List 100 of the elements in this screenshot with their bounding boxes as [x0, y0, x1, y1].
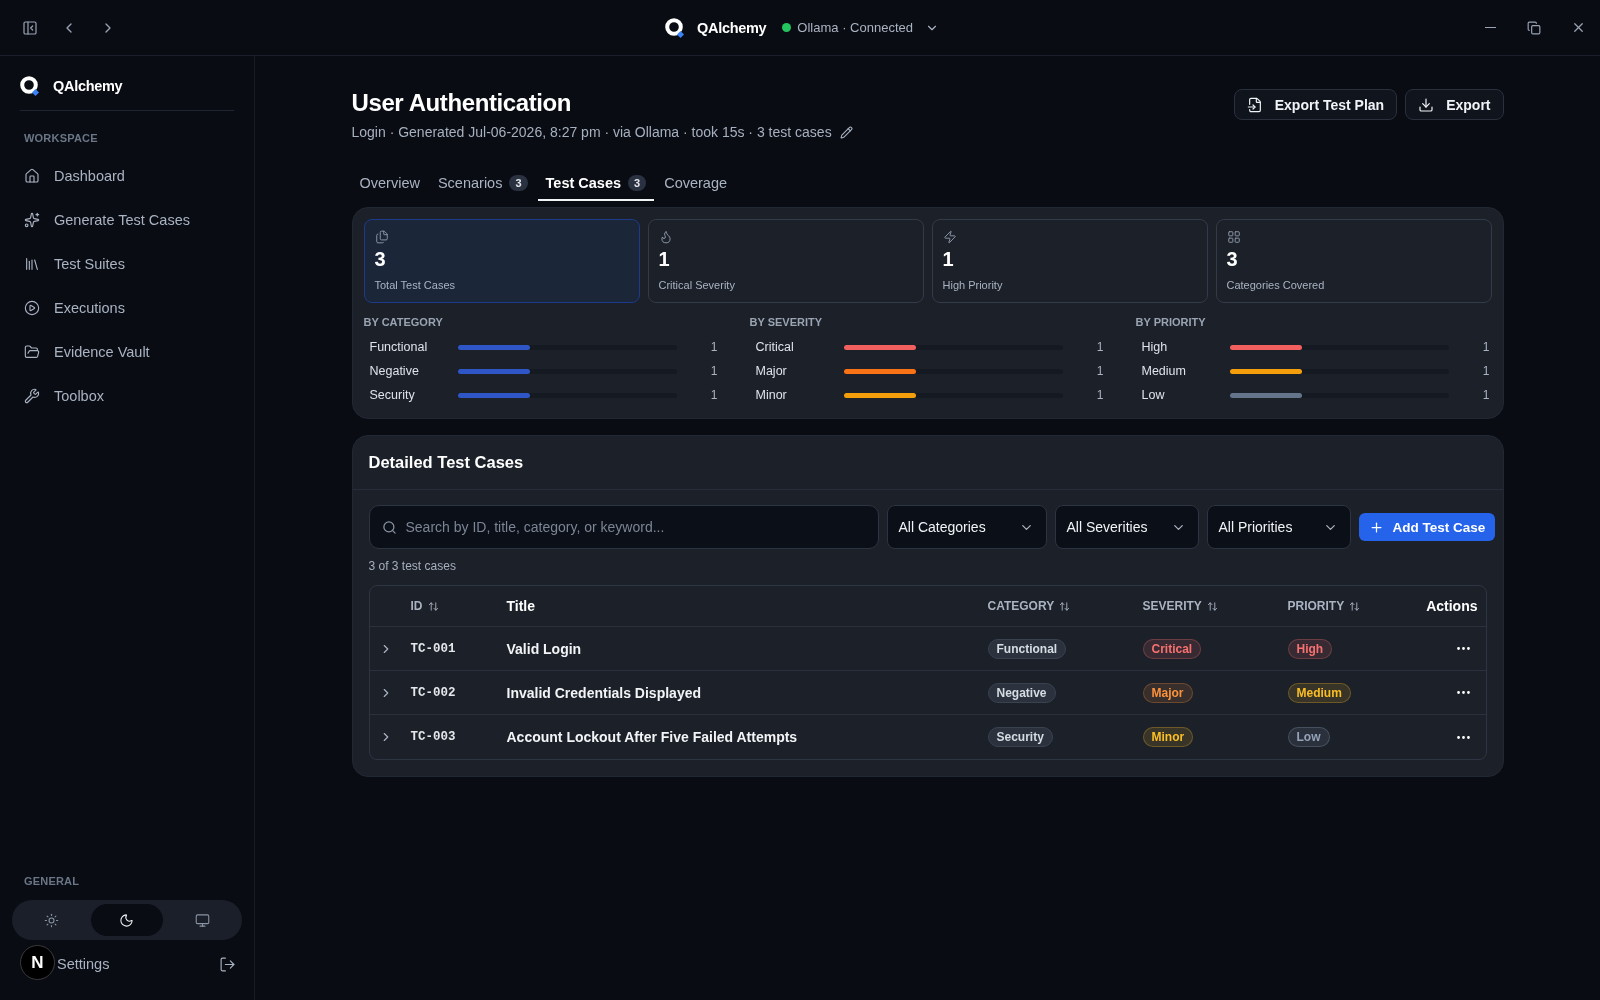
sort-icon[interactable]: [1059, 600, 1071, 612]
sort-icon[interactable]: [1349, 600, 1361, 612]
theme-option-button[interactable]: [91, 904, 163, 936]
play-circle-icon: [24, 300, 40, 316]
test-case-title: Valid Login: [506, 640, 582, 657]
section-title: WORKSPACE: [23, 131, 99, 145]
search-field[interactable]: Search by ID, title, category, or keyword...: [368, 505, 879, 549]
category-tag: Functional: [987, 638, 1067, 659]
breakdown-count: 1: [709, 364, 718, 378]
column-header: Actions: [1426, 598, 1478, 614]
stat-value: 3: [374, 248, 386, 270]
priority-tag: High: [1287, 638, 1333, 659]
severity-tag: Minor: [1142, 727, 1194, 747]
test-case-title: Account Lockout After Five Failed Attempts: [506, 729, 798, 745]
download-icon: [1418, 96, 1435, 113]
nav-item[interactable]: Test Suites: [12, 242, 242, 286]
nav-item[interactable]: Toolbox: [12, 374, 242, 418]
sun-icon: [44, 912, 60, 928]
tab[interactable]: Overview: [351, 166, 428, 201]
test-case-id: TC-002: [410, 685, 456, 700]
stat-value: 1: [942, 248, 954, 270]
nav-item[interactable]: Dashboard: [12, 154, 242, 198]
app-name: QAlchemy: [697, 19, 767, 36]
column-header: ID: [410, 599, 423, 613]
folder-icon: [24, 344, 40, 360]
restore-icon: [1527, 20, 1541, 35]
add-test-case-button[interactable]: Add Test Case: [1358, 513, 1496, 541]
logout-icon: [219, 955, 236, 973]
search-icon: [381, 520, 397, 535]
priority-tag: Low: [1287, 727, 1330, 747]
sparkles-icon: [24, 212, 40, 228]
page-subtitle: Login · Generated Jul-06-2026, 8:27 pm · via Ollama · took 15s · 3 test cases: [351, 123, 832, 142]
app-logo-icon: [665, 17, 685, 38]
stat-card[interactable]: 1 High Priority: [931, 219, 1208, 303]
test-case-id: TC-003: [410, 730, 456, 744]
stat-label: High Priority: [942, 278, 1003, 292]
breakdown-title: BY CATEGORY: [363, 315, 444, 329]
breakdown-label: Security: [369, 388, 416, 402]
pencil-icon: [839, 125, 853, 139]
column-header: CATEGORY: [987, 599, 1055, 613]
stat-card[interactable]: 3 Total Test Cases: [363, 219, 640, 303]
library-icon: [24, 256, 40, 272]
card-title: Detailed Test Cases: [368, 453, 524, 472]
home-icon: [24, 168, 40, 184]
nav-item[interactable]: Evidence Vault: [12, 330, 242, 374]
nav-item[interactable]: Executions: [12, 286, 242, 330]
minimize-icon: [1484, 26, 1496, 29]
lightning-icon: [942, 230, 957, 244]
stat-label: Total Test Cases: [374, 278, 455, 292]
breakdown-title: BY SEVERITY: [749, 315, 824, 329]
breakdown-label: High: [1141, 340, 1169, 354]
tab[interactable]: Scenarios 3: [429, 166, 536, 201]
files-icon: [374, 230, 389, 244]
result-count: 3 of 3 test cases: [368, 559, 457, 573]
plus-icon: [1368, 519, 1384, 535]
breakdown-count: 1: [709, 388, 718, 402]
breakdown-label: Minor: [755, 388, 788, 402]
breakdown-label: Major: [755, 364, 788, 378]
column-header: Title: [506, 598, 536, 614]
filter-dropdown[interactable]: All Categories: [886, 505, 1047, 549]
export-button[interactable]: Export: [1405, 89, 1504, 120]
tab[interactable]: Test Cases 3: [537, 166, 655, 201]
test-case-id: TC-001: [410, 641, 456, 656]
edit-button[interactable]: [839, 125, 853, 139]
stat-card[interactable]: 1 Critical Severity: [647, 219, 924, 303]
connection-dropdown[interactable]: Ollama · Connected: [778, 20, 943, 35]
breakdown-label: Functional: [369, 340, 429, 354]
logout-button[interactable]: [219, 955, 236, 973]
stat-card[interactable]: 3 Categories Covered: [1215, 219, 1492, 303]
settings-link[interactable]: Settings: [57, 956, 110, 972]
priority-tag: Medium: [1287, 682, 1351, 703]
nav-item[interactable]: Generate Test Cases: [12, 198, 242, 242]
stat-value: 3: [1226, 248, 1238, 270]
breakdown-count: 1: [709, 340, 718, 354]
filter-dropdown[interactable]: All Severities: [1054, 505, 1199, 549]
tab[interactable]: Coverage: [656, 166, 736, 201]
tab-count: 3: [628, 174, 647, 191]
breakdown-count: 1: [1095, 364, 1104, 378]
category-tag: Negative: [987, 682, 1056, 703]
wrench-icon: [24, 388, 40, 404]
filter-dropdown[interactable]: All Priorities: [1206, 505, 1351, 549]
section-title: GENERAL: [23, 874, 81, 888]
sort-icon[interactable]: [1206, 600, 1218, 612]
tab-count: 3: [509, 174, 528, 191]
breakdown-label: Low: [1141, 388, 1166, 402]
page-title: User Authentication: [351, 88, 573, 118]
dev-badge[interactable]: N: [20, 945, 55, 980]
breakdown-count: 1: [1481, 340, 1490, 354]
test-case-title: Invalid Credentials Displayed: [506, 684, 701, 701]
breakdown-label: Negative: [369, 364, 420, 378]
sidebar-panel-icon: [22, 19, 38, 36]
export-button[interactable]: Export Test Plan: [1233, 89, 1398, 120]
stat-label: Categories Covered: [1226, 278, 1325, 292]
file-arrow-icon: [1246, 96, 1263, 113]
column-header: PRIORITY: [1287, 599, 1345, 613]
sort-icon[interactable]: [427, 600, 439, 612]
app-logo-icon: [20, 76, 40, 96]
stat-value: 1: [658, 248, 670, 270]
column-header: SEVERITY: [1142, 599, 1202, 613]
breakdown-title: BY PRIORITY: [1135, 315, 1207, 329]
